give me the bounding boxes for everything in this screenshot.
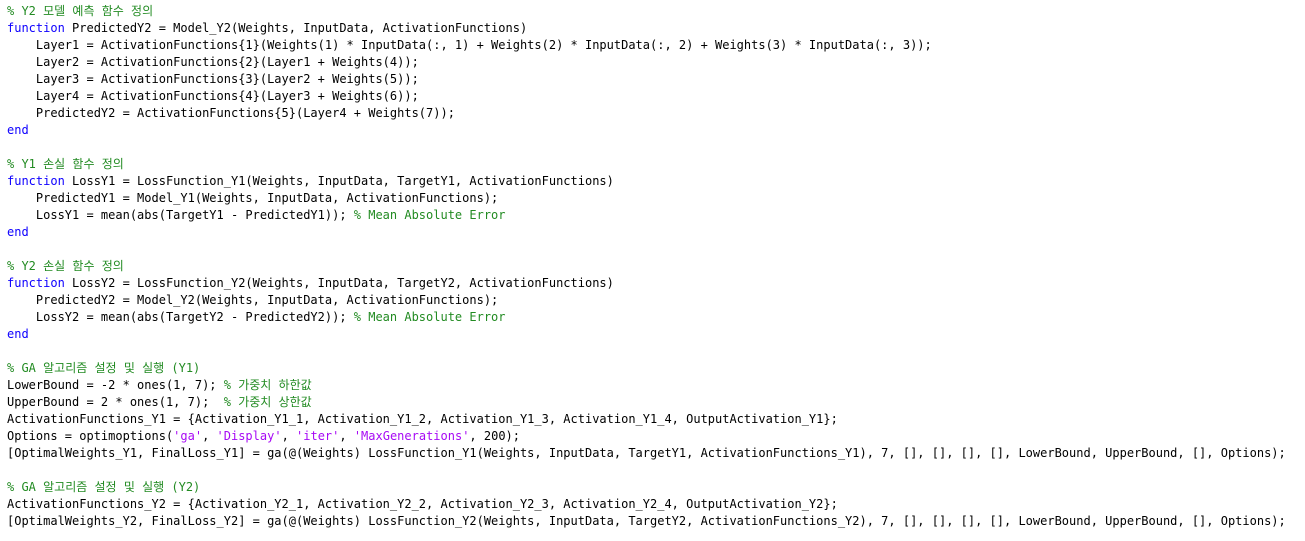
- string-token: 'iter': [296, 429, 340, 443]
- code-line[interactable]: PredictedY1 = Model_Y1(Weights, InputDat…: [7, 190, 1286, 207]
- code-token: UpperBound = 2 * ones(1, 7);: [7, 395, 224, 409]
- code-token: Layer2 = ActivationFunctions{2}(Layer1 +…: [7, 55, 419, 69]
- code-line[interactable]: PredictedY2 = Model_Y2(Weights, InputDat…: [7, 292, 1286, 309]
- code-line[interactable]: % GA 알고리즘 설정 및 실행 (Y1): [7, 360, 1286, 377]
- code-token: ,: [339, 429, 354, 443]
- code-token: PredictedY2 = Model_Y2(Weights, InputDat…: [64, 21, 528, 35]
- blank-line[interactable]: [7, 343, 1286, 360]
- code-token: ActivationFunctions_Y1 = {Activation_Y1_…: [7, 412, 838, 426]
- code-line[interactable]: LowerBound = -2 * ones(1, 7); % 가중치 하한값: [7, 377, 1286, 394]
- code-line[interactable]: ActivationFunctions_Y2 = {Activation_Y2_…: [7, 496, 1286, 513]
- code-token: , 200);: [469, 429, 520, 443]
- code-token: ,: [281, 429, 297, 443]
- comment-token: % GA 알고리즘 설정 및 실행 (Y1): [7, 361, 201, 375]
- code-line[interactable]: PredictedY2 = ActivationFunctions{5}(Lay…: [7, 105, 1286, 122]
- comment-token: % GA 알고리즘 설정 및 실행 (Y2): [7, 480, 201, 494]
- code-line[interactable]: function PredictedY2 = Model_Y2(Weights,…: [7, 20, 1286, 37]
- code-line[interactable]: [OptimalWeights_Y2, FinalLoss_Y2] = ga(@…: [7, 513, 1286, 530]
- code-token: PredictedY2 = ActivationFunctions{5}(Lay…: [7, 106, 455, 120]
- code-token: Layer1 = ActivationFunctions{1}(Weights(…: [7, 38, 932, 52]
- code-line[interactable]: end: [7, 224, 1286, 241]
- code-line[interactable]: function LossY1 = LossFunction_Y1(Weight…: [7, 173, 1286, 190]
- keyword-token: function: [7, 276, 65, 290]
- code-token: PredictedY2 = Model_Y2(Weights, InputDat…: [7, 293, 499, 307]
- code-line[interactable]: end: [7, 326, 1286, 343]
- comment-token: % Y2 모델 예측 함수 정의: [7, 4, 154, 18]
- code-line[interactable]: LossY1 = mean(abs(TargetY1 - PredictedY1…: [7, 207, 1286, 224]
- string-token: 'MaxGenerations': [353, 429, 470, 443]
- code-token: LossY1 = LossFunction_Y1(Weights, InputD…: [64, 174, 614, 188]
- string-token: 'ga': [173, 429, 203, 443]
- code-token: LossY2 = mean(abs(TargetY2 - PredictedY2…: [7, 310, 354, 324]
- code-token: Layer3 = ActivationFunctions{3}(Layer2 +…: [7, 72, 419, 86]
- code-token: LowerBound = -2 * ones(1, 7);: [7, 378, 224, 392]
- comment-token: % Y2 손실 함수 정의: [7, 259, 124, 273]
- keyword-token: function: [7, 174, 65, 188]
- code-line[interactable]: % GA 알고리즘 설정 및 실행 (Y2): [7, 479, 1286, 496]
- code-token: LossY2 = LossFunction_Y2(Weights, InputD…: [64, 276, 614, 290]
- code-line[interactable]: Layer4 = ActivationFunctions{4}(Layer3 +…: [7, 88, 1286, 105]
- blank-line[interactable]: [7, 462, 1286, 479]
- string-token: 'Display': [216, 429, 282, 443]
- keyword-token: end: [7, 225, 29, 239]
- code-line[interactable]: ActivationFunctions_Y1 = {Activation_Y1_…: [7, 411, 1286, 428]
- comment-token: % 가중치 상한값: [223, 395, 312, 409]
- keyword-token: end: [7, 123, 29, 137]
- blank-line[interactable]: [7, 139, 1286, 156]
- code-token: ActivationFunctions_Y2 = {Activation_Y2_…: [7, 497, 838, 511]
- code-editor[interactable]: % Y2 모델 예측 함수 정의 function PredictedY2 = M…: [7, 3, 1286, 530]
- code-token: PredictedY1 = Model_Y1(Weights, InputDat…: [7, 191, 499, 205]
- code-token: [OptimalWeights_Y1, FinalLoss_Y1] = ga(@…: [7, 446, 1286, 460]
- comment-token: % Mean Absolute Error: [353, 310, 506, 324]
- code-line[interactable]: % Y2 모델 예측 함수 정의: [7, 3, 1286, 20]
- code-token: ,: [202, 429, 217, 443]
- comment-token: % 가중치 하한값: [223, 378, 312, 392]
- code-line[interactable]: Layer1 = ActivationFunctions{1}(Weights(…: [7, 37, 1286, 54]
- keyword-token: function: [7, 21, 65, 35]
- code-token: [OptimalWeights_Y2, FinalLoss_Y2] = ga(@…: [7, 514, 1286, 528]
- comment-token: % Mean Absolute Error: [353, 208, 506, 222]
- code-line[interactable]: Layer3 = ActivationFunctions{3}(Layer2 +…: [7, 71, 1286, 88]
- code-line[interactable]: function LossY2 = LossFunction_Y2(Weight…: [7, 275, 1286, 292]
- keyword-token: end: [7, 327, 29, 341]
- code-line[interactable]: LossY2 = mean(abs(TargetY2 - PredictedY2…: [7, 309, 1286, 326]
- code-line[interactable]: % Y1 손실 함수 정의: [7, 156, 1286, 173]
- code-line[interactable]: Layer2 = ActivationFunctions{2}(Layer1 +…: [7, 54, 1286, 71]
- code-line[interactable]: [OptimalWeights_Y1, FinalLoss_Y1] = ga(@…: [7, 445, 1286, 462]
- comment-token: % Y1 손실 함수 정의: [7, 157, 124, 171]
- code-line[interactable]: % Y2 손실 함수 정의: [7, 258, 1286, 275]
- code-token: Options = optimoptions(: [7, 429, 174, 443]
- blank-line[interactable]: [7, 241, 1286, 258]
- code-line[interactable]: UpperBound = 2 * ones(1, 7); % 가중치 상한값: [7, 394, 1286, 411]
- code-line[interactable]: Options = optimoptions('ga', 'Display' , …: [7, 428, 1286, 445]
- code-line[interactable]: end: [7, 122, 1286, 139]
- code-token: Layer4 = ActivationFunctions{4}(Layer3 +…: [7, 89, 419, 103]
- code-token: LossY1 = mean(abs(TargetY1 - PredictedY1…: [7, 208, 354, 222]
